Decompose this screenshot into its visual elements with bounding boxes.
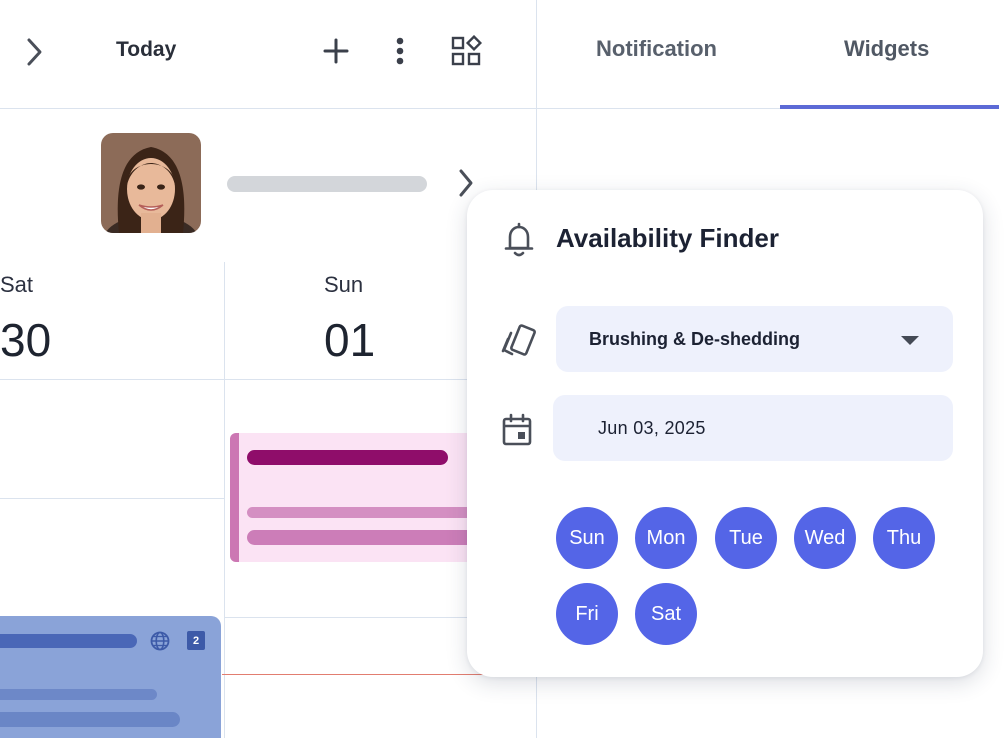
widget-title: Availability Finder <box>556 223 779 253</box>
time-slot-line <box>0 379 537 380</box>
tab-widgets[interactable]: Widgets <box>844 36 929 62</box>
apps-grid-icon <box>451 35 482 66</box>
weekday-chip-thu[interactable]: Thu <box>873 507 935 569</box>
tab-divider <box>537 108 780 109</box>
date-field-value: Jun 03, 2025 <box>598 418 706 438</box>
tab-notification[interactable]: Notification <box>596 36 717 62</box>
caret-down-icon <box>901 336 919 345</box>
chevron-right-icon <box>459 169 473 197</box>
bell-icon <box>504 222 534 257</box>
date-field[interactable]: Jun 03, 2025 <box>553 395 953 461</box>
service-select[interactable]: Brushing & De-shedding <box>556 306 953 372</box>
weekday-chip-tue[interactable]: Tue <box>715 507 777 569</box>
event-detail-placeholder <box>0 689 157 700</box>
staff-name-placeholder <box>227 176 427 192</box>
availability-finder-card: Availability Finder Brushing & De-sheddi… <box>467 190 983 677</box>
globe-icon <box>150 631 170 651</box>
event-detail-placeholder <box>0 712 180 727</box>
avatar[interactable] <box>101 133 201 233</box>
next-period-button[interactable] <box>18 34 50 70</box>
day-column-divider <box>224 262 225 738</box>
weekday-chip-sat[interactable]: Sat <box>635 583 697 645</box>
tag-icon <box>501 324 536 356</box>
day-name-sun: Sun <box>324 272 364 297</box>
widgets-button[interactable] <box>449 34 483 68</box>
more-options-button[interactable] <box>386 34 414 68</box>
chevron-right-icon <box>27 38 42 66</box>
service-select-value: Brushing & De-shedding <box>589 329 800 349</box>
calendar-toolbar: Today <box>0 0 537 109</box>
day-number-sat[interactable]: 30 <box>0 313 51 367</box>
event-title-placeholder <box>247 450 448 465</box>
weekday-chip-wed[interactable]: Wed <box>794 507 856 569</box>
weekday-chip-sun[interactable]: Sun <box>556 507 618 569</box>
day-number-sun[interactable]: 01 <box>324 313 375 367</box>
more-vertical-icon <box>396 37 404 65</box>
plus-icon <box>323 38 349 64</box>
add-button[interactable] <box>320 35 352 67</box>
calendar-icon <box>502 413 532 446</box>
weekday-chip-fri[interactable]: Fri <box>556 583 618 645</box>
weekday-chip-mon[interactable]: Mon <box>635 507 697 569</box>
event-count-badge: 2 <box>187 631 205 650</box>
time-slot-line <box>0 498 224 499</box>
staff-row <box>0 110 537 262</box>
calendar-pane: Today Sat 30 Sun 01 2 <box>0 0 547 738</box>
event-title-placeholder <box>0 634 137 648</box>
day-name-sat: Sat <box>0 272 34 297</box>
active-tab-indicator <box>780 105 999 109</box>
side-panel-tabs: Notification Widgets <box>537 0 1006 110</box>
today-button[interactable]: Today <box>116 38 176 62</box>
appointment-event[interactable]: 2 <box>0 616 221 738</box>
